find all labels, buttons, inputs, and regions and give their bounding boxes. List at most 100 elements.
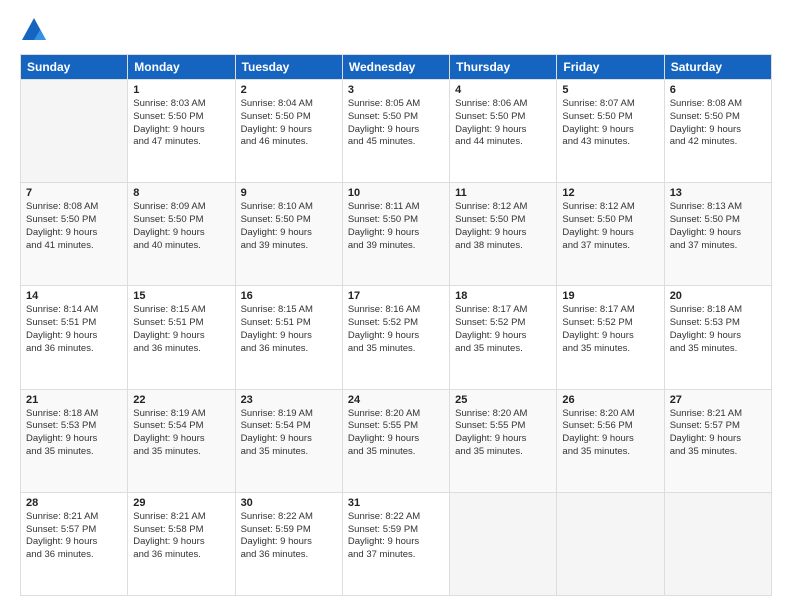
logo xyxy=(20,16,52,44)
calendar-cell xyxy=(450,492,557,595)
calendar-cell: 15 Sunrise: 8:15 AMSunset: 5:51 PMDayligh… xyxy=(128,286,235,389)
weekday-header-friday: Friday xyxy=(557,55,664,80)
day-number: 4 xyxy=(455,84,551,96)
day-number: 1 xyxy=(133,84,229,96)
calendar-cell: 3Sunrise: 8:05 AMSunset: 5:50 PMDaylight… xyxy=(342,80,449,183)
calendar-cell xyxy=(557,492,664,595)
day-info: Sunrise: 8:12 AMSunset: 5:50 PMDaylight:… xyxy=(562,201,658,252)
day-number: 26 xyxy=(562,394,658,406)
day-number: 11 xyxy=(455,187,551,199)
header xyxy=(20,16,772,44)
calendar-cell: 30Sunrise: 8:22 AMSunset: 5:59 PMDayligh… xyxy=(235,492,342,595)
calendar-cell: 22 Sunrise: 8:19 AMSunset: 5:54 PMDayligh… xyxy=(128,389,235,492)
day-info: Sunrise: 8:11 AMSunset: 5:50 PMDaylight:… xyxy=(348,201,444,252)
calendar-cell: 9 Sunrise: 8:10 AMSunset: 5:50 PMDaylight… xyxy=(235,183,342,286)
weekday-header-sunday: Sunday xyxy=(21,55,128,80)
week-row-4: 28 Sunrise: 8:21 AMSunset: 5:57 PMDayligh… xyxy=(21,492,772,595)
day-number: 28 xyxy=(26,497,122,509)
day-number: 29 xyxy=(133,497,229,509)
day-number: 17 xyxy=(348,290,444,302)
day-info: Sunrise: 8:13 AMSunset: 5:50 PMDaylight:… xyxy=(670,201,766,252)
day-number: 5 xyxy=(562,84,658,96)
day-info: Sunrise: 8:20 AMSunset: 5:56 PMDaylight:… xyxy=(562,408,658,459)
day-info: Sunrise: 8:09 AMSunset: 5:50 PMDaylight:… xyxy=(133,201,229,252)
day-number: 6 xyxy=(670,84,766,96)
day-info: Sunrise: 8:16 AMSunset: 5:52 PMDaylight:… xyxy=(348,304,444,355)
day-number: 31 xyxy=(348,497,444,509)
day-number: 23 xyxy=(241,394,337,406)
calendar-cell: 27Sunrise: 8:21 AMSunset: 5:57 PMDayligh… xyxy=(664,389,771,492)
calendar-cell: 16 Sunrise: 8:15 AMSunset: 5:51 PMDayligh… xyxy=(235,286,342,389)
day-number: 13 xyxy=(670,187,766,199)
day-info: Sunrise: 8:08 AMSunset: 5:50 PMDaylight:… xyxy=(670,98,766,149)
day-number: 8 xyxy=(133,187,229,199)
day-info: Sunrise: 8:19 AMSunset: 5:54 PMDaylight:… xyxy=(133,408,229,459)
calendar-cell: 24 Sunrise: 8:20 AMSunset: 5:55 PMDayligh… xyxy=(342,389,449,492)
day-info: Sunrise: 8:21 AMSunset: 5:57 PMDaylight:… xyxy=(670,408,766,459)
page: SundayMondayTuesdayWednesdayThursdayFrid… xyxy=(0,0,792,612)
day-info: Sunrise: 8:08 AMSunset: 5:50 PMDaylight:… xyxy=(26,201,122,252)
calendar-cell: 28 Sunrise: 8:21 AMSunset: 5:57 PMDayligh… xyxy=(21,492,128,595)
calendar-cell: 4 Sunrise: 8:06 AMSunset: 5:50 PMDaylight… xyxy=(450,80,557,183)
day-number: 7 xyxy=(26,187,122,199)
day-info: Sunrise: 8:07 AMSunset: 5:50 PMDaylight:… xyxy=(562,98,658,149)
day-info: Sunrise: 8:18 AMSunset: 5:53 PMDaylight:… xyxy=(670,304,766,355)
calendar-cell: 1 Sunrise: 8:03 AMSunset: 5:50 PMDaylight… xyxy=(128,80,235,183)
day-info: Sunrise: 8:15 AMSunset: 5:51 PMDaylight:… xyxy=(133,304,229,355)
day-number: 25 xyxy=(455,394,551,406)
day-info: Sunrise: 8:21 AMSunset: 5:58 PMDaylight:… xyxy=(133,511,229,562)
day-number: 30 xyxy=(241,497,337,509)
week-row-2: 14 Sunrise: 8:14 AMSunset: 5:51 PMDayligh… xyxy=(21,286,772,389)
day-number: 10 xyxy=(348,187,444,199)
weekday-header-wednesday: Wednesday xyxy=(342,55,449,80)
day-number: 24 xyxy=(348,394,444,406)
day-info: Sunrise: 8:06 AMSunset: 5:50 PMDaylight:… xyxy=(455,98,551,149)
week-row-3: 21Sunrise: 8:18 AMSunset: 5:53 PMDayligh… xyxy=(21,389,772,492)
day-number: 2 xyxy=(241,84,337,96)
calendar-cell xyxy=(664,492,771,595)
calendar-cell: 20Sunrise: 8:18 AMSunset: 5:53 PMDayligh… xyxy=(664,286,771,389)
calendar-cell: 19Sunrise: 8:17 AMSunset: 5:52 PMDayligh… xyxy=(557,286,664,389)
calendar-cell: 14 Sunrise: 8:14 AMSunset: 5:51 PMDayligh… xyxy=(21,286,128,389)
calendar-cell: 31 Sunrise: 8:22 AMSunset: 5:59 PMDayligh… xyxy=(342,492,449,595)
calendar-cell xyxy=(21,80,128,183)
calendar-cell: 29 Sunrise: 8:21 AMSunset: 5:58 PMDayligh… xyxy=(128,492,235,595)
week-row-0: 1 Sunrise: 8:03 AMSunset: 5:50 PMDaylight… xyxy=(21,80,772,183)
day-info: Sunrise: 8:17 AMSunset: 5:52 PMDaylight:… xyxy=(455,304,551,355)
day-number: 22 xyxy=(133,394,229,406)
day-number: 14 xyxy=(26,290,122,302)
day-number: 15 xyxy=(133,290,229,302)
day-info: Sunrise: 8:04 AMSunset: 5:50 PMDaylight:… xyxy=(241,98,337,149)
day-info: Sunrise: 8:03 AMSunset: 5:50 PMDaylight:… xyxy=(133,98,229,149)
calendar-cell: 10 Sunrise: 8:11 AMSunset: 5:50 PMDayligh… xyxy=(342,183,449,286)
day-info: Sunrise: 8:21 AMSunset: 5:57 PMDaylight:… xyxy=(26,511,122,562)
calendar-cell: 7 Sunrise: 8:08 AMSunset: 5:50 PMDaylight… xyxy=(21,183,128,286)
calendar-cell: 11 Sunrise: 8:12 AMSunset: 5:50 PMDayligh… xyxy=(450,183,557,286)
day-info: Sunrise: 8:20 AMSunset: 5:55 PMDaylight:… xyxy=(348,408,444,459)
weekday-header-tuesday: Tuesday xyxy=(235,55,342,80)
day-info: Sunrise: 8:14 AMSunset: 5:51 PMDaylight:… xyxy=(26,304,122,355)
calendar-cell: 8 Sunrise: 8:09 AMSunset: 5:50 PMDaylight… xyxy=(128,183,235,286)
day-info: Sunrise: 8:22 AMSunset: 5:59 PMDaylight:… xyxy=(348,511,444,562)
day-info: Sunrise: 8:12 AMSunset: 5:50 PMDaylight:… xyxy=(455,201,551,252)
calendar-cell: 23Sunrise: 8:19 AMSunset: 5:54 PMDayligh… xyxy=(235,389,342,492)
day-number: 16 xyxy=(241,290,337,302)
calendar-cell: 25Sunrise: 8:20 AMSunset: 5:55 PMDayligh… xyxy=(450,389,557,492)
day-info: Sunrise: 8:15 AMSunset: 5:51 PMDaylight:… xyxy=(241,304,337,355)
calendar-cell: 12Sunrise: 8:12 AMSunset: 5:50 PMDayligh… xyxy=(557,183,664,286)
day-number: 3 xyxy=(348,84,444,96)
week-row-1: 7 Sunrise: 8:08 AMSunset: 5:50 PMDaylight… xyxy=(21,183,772,286)
weekday-header-monday: Monday xyxy=(128,55,235,80)
weekday-header-row: SundayMondayTuesdayWednesdayThursdayFrid… xyxy=(21,55,772,80)
calendar-cell: 13 Sunrise: 8:13 AMSunset: 5:50 PMDayligh… xyxy=(664,183,771,286)
day-number: 19 xyxy=(562,290,658,302)
weekday-header-thursday: Thursday xyxy=(450,55,557,80)
day-number: 9 xyxy=(241,187,337,199)
calendar-body: 1 Sunrise: 8:03 AMSunset: 5:50 PMDaylight… xyxy=(21,80,772,596)
day-number: 18 xyxy=(455,290,551,302)
calendar-cell: 21Sunrise: 8:18 AMSunset: 5:53 PMDayligh… xyxy=(21,389,128,492)
calendar-table: SundayMondayTuesdayWednesdayThursdayFrid… xyxy=(20,54,772,596)
day-info: Sunrise: 8:10 AMSunset: 5:50 PMDaylight:… xyxy=(241,201,337,252)
calendar-header: SundayMondayTuesdayWednesdayThursdayFrid… xyxy=(21,55,772,80)
weekday-header-saturday: Saturday xyxy=(664,55,771,80)
